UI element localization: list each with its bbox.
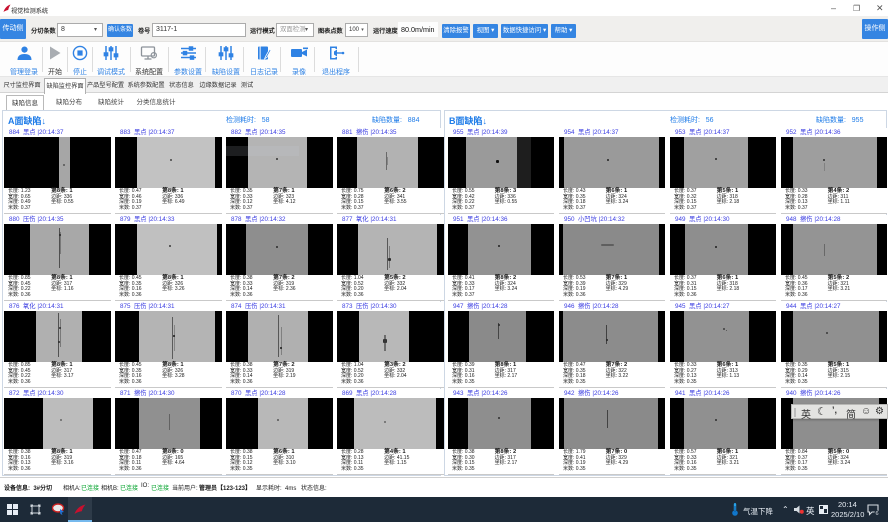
- svg-text:6: 6: [875, 511, 878, 516]
